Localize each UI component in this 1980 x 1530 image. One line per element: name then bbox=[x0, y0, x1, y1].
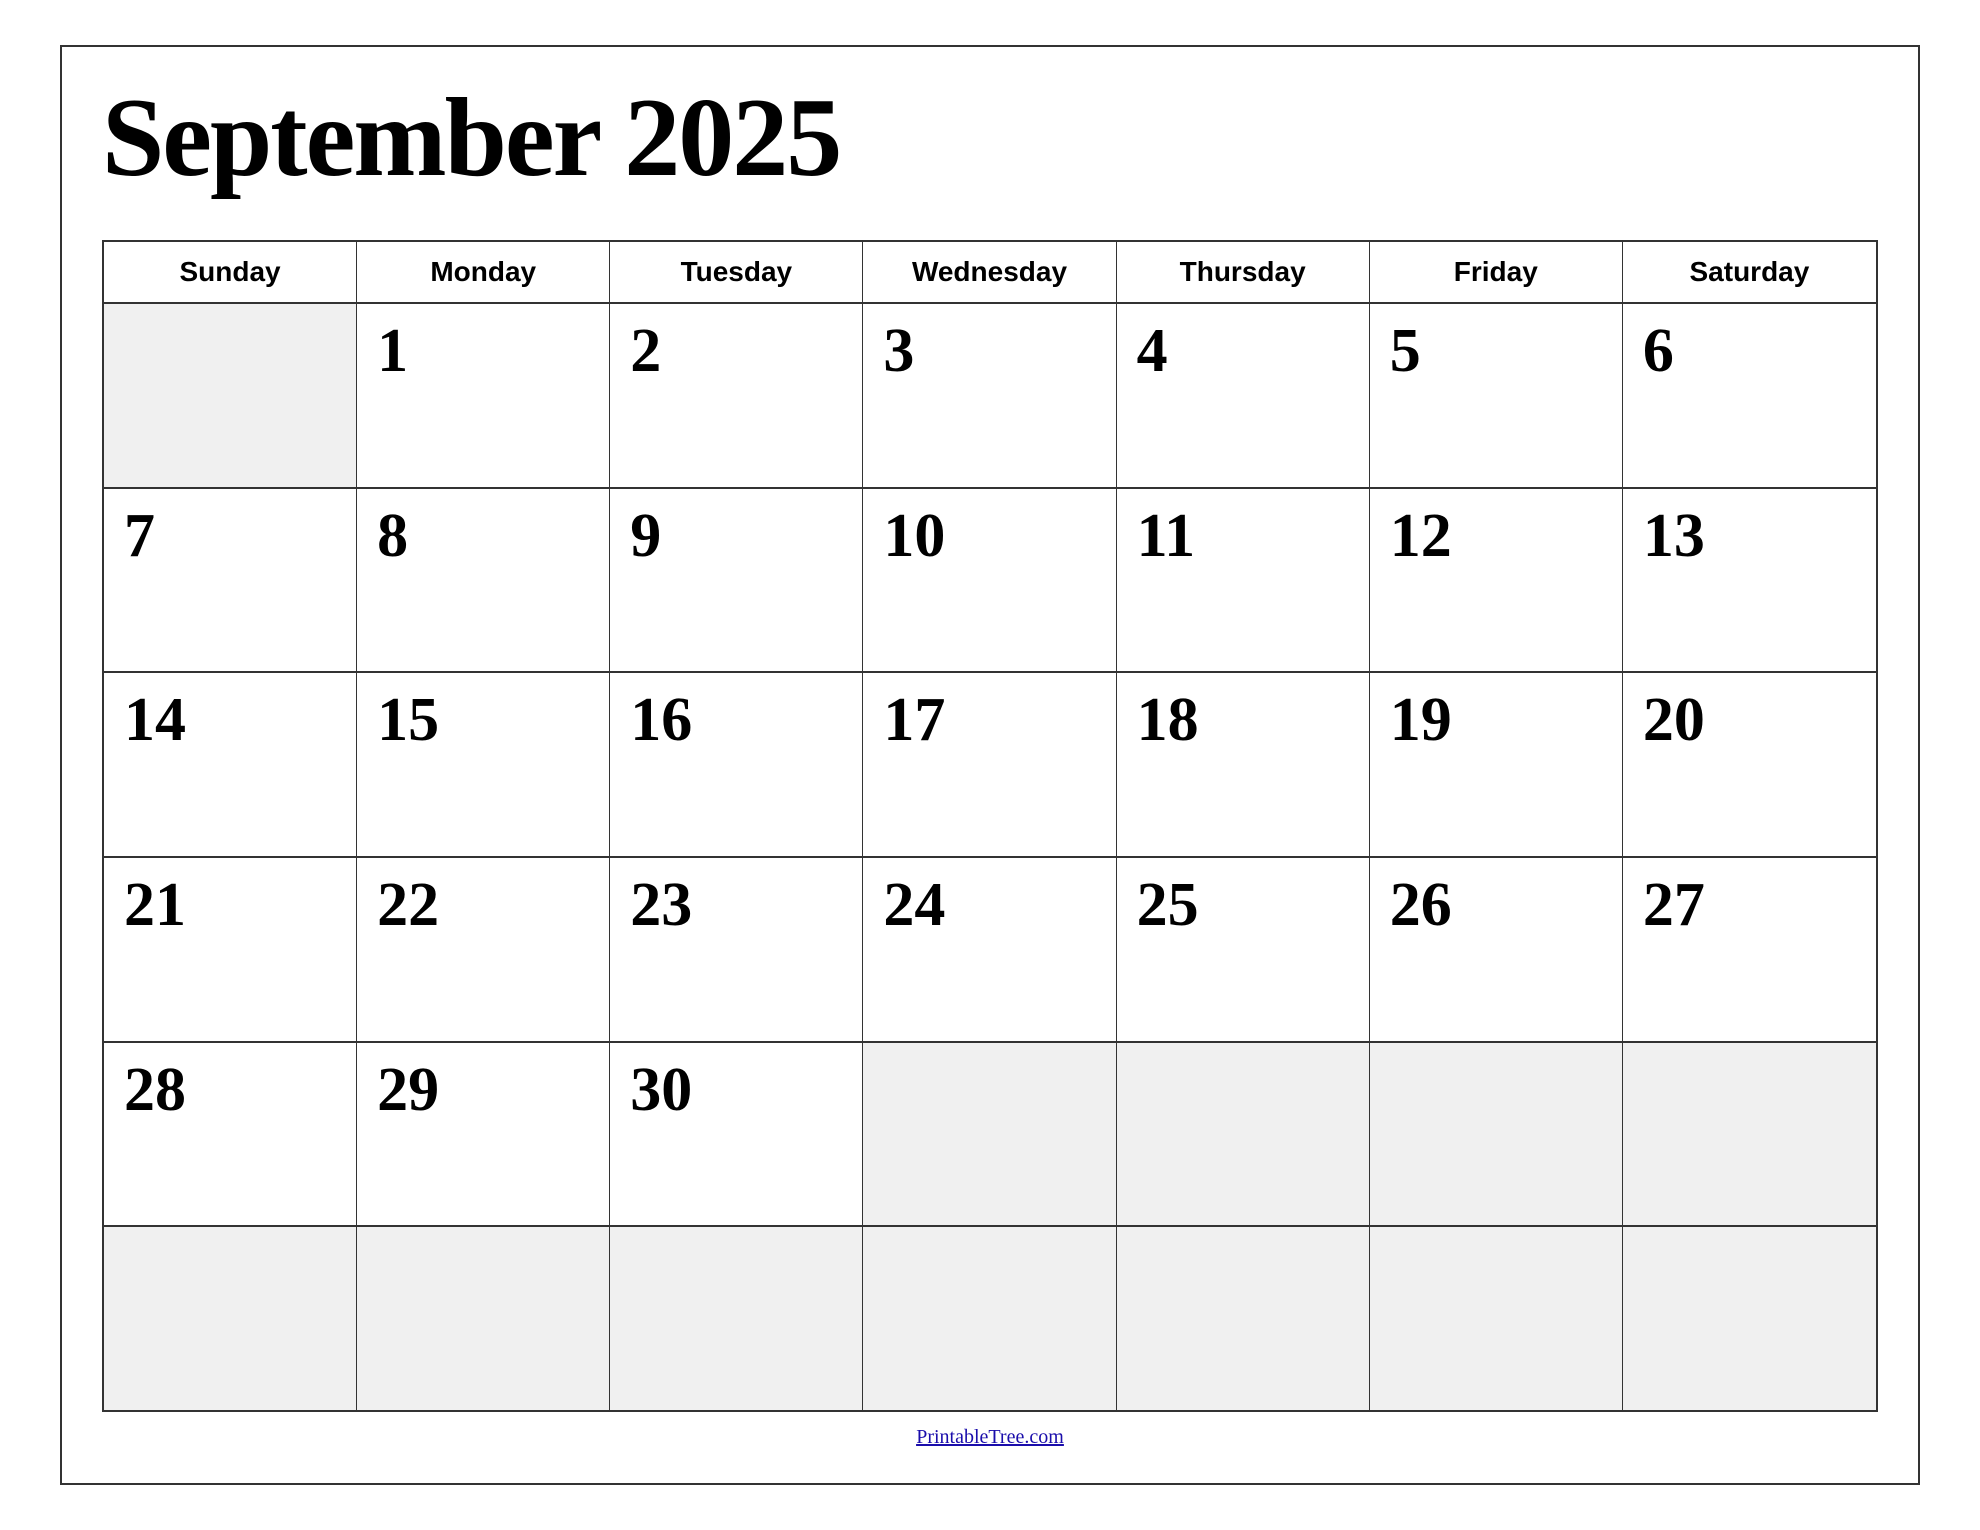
day-cell-empty-0-0 bbox=[104, 304, 357, 487]
day-header-monday: Monday bbox=[357, 242, 610, 302]
day-cell-18: 18 bbox=[1117, 673, 1370, 856]
day-cell-empty-4-6 bbox=[1623, 1043, 1876, 1226]
day-cell-28: 28 bbox=[104, 1043, 357, 1226]
week-row-2: 7 8 9 10 11 12 13 bbox=[104, 489, 1876, 674]
day-cell-26: 26 bbox=[1370, 858, 1623, 1041]
day-header-friday: Friday bbox=[1370, 242, 1623, 302]
day-number-6: 6 bbox=[1643, 320, 1674, 382]
day-number-15: 15 bbox=[377, 689, 439, 751]
day-number-12: 12 bbox=[1390, 505, 1452, 567]
day-number-7: 7 bbox=[124, 505, 155, 567]
day-cell-15: 15 bbox=[357, 673, 610, 856]
week-row-3: 14 15 16 17 18 19 20 bbox=[104, 673, 1876, 858]
day-cell-8: 8 bbox=[357, 489, 610, 672]
day-number-21: 21 bbox=[124, 874, 186, 936]
day-cell-empty-5-3 bbox=[863, 1227, 1116, 1410]
day-cell-2: 2 bbox=[610, 304, 863, 487]
day-cell-25: 25 bbox=[1117, 858, 1370, 1041]
day-cell-24: 24 bbox=[863, 858, 1116, 1041]
calendar-container: September 2025 SundayMondayTuesdayWednes… bbox=[60, 45, 1920, 1485]
day-cell-17: 17 bbox=[863, 673, 1116, 856]
day-number-29: 29 bbox=[377, 1059, 439, 1121]
day-cell-empty-4-5 bbox=[1370, 1043, 1623, 1226]
day-number-8: 8 bbox=[377, 505, 408, 567]
day-cell-22: 22 bbox=[357, 858, 610, 1041]
day-number-26: 26 bbox=[1390, 874, 1452, 936]
footer-link[interactable]: PrintableTree.com bbox=[916, 1426, 1064, 1448]
day-cell-empty-4-4 bbox=[1117, 1043, 1370, 1226]
day-cell-empty-5-4 bbox=[1117, 1227, 1370, 1410]
day-header-saturday: Saturday bbox=[1623, 242, 1876, 302]
day-number-17: 17 bbox=[883, 689, 945, 751]
day-number-23: 23 bbox=[630, 874, 692, 936]
day-header-thursday: Thursday bbox=[1117, 242, 1370, 302]
day-cell-11: 11 bbox=[1117, 489, 1370, 672]
day-header-tuesday: Tuesday bbox=[610, 242, 863, 302]
day-number-9: 9 bbox=[630, 505, 661, 567]
day-header-sunday: Sunday bbox=[104, 242, 357, 302]
day-cell-6: 6 bbox=[1623, 304, 1876, 487]
week-row-5: 28 29 30 bbox=[104, 1043, 1876, 1228]
day-cell-13: 13 bbox=[1623, 489, 1876, 672]
day-cell-14: 14 bbox=[104, 673, 357, 856]
day-cell-empty-4-3 bbox=[863, 1043, 1116, 1226]
day-number-3: 3 bbox=[883, 320, 914, 382]
day-cell-empty-5-2 bbox=[610, 1227, 863, 1410]
day-number-20: 20 bbox=[1643, 689, 1705, 751]
day-cell-21: 21 bbox=[104, 858, 357, 1041]
day-cell-3: 3 bbox=[863, 304, 1116, 487]
day-cell-empty-5-6 bbox=[1623, 1227, 1876, 1410]
day-cell-empty-5-0 bbox=[104, 1227, 357, 1410]
day-number-1: 1 bbox=[377, 320, 408, 382]
day-cell-16: 16 bbox=[610, 673, 863, 856]
day-cell-20: 20 bbox=[1623, 673, 1876, 856]
day-number-13: 13 bbox=[1643, 505, 1705, 567]
day-cell-7: 7 bbox=[104, 489, 357, 672]
day-number-28: 28 bbox=[124, 1059, 186, 1121]
day-number-25: 25 bbox=[1137, 874, 1199, 936]
day-number-27: 27 bbox=[1643, 874, 1705, 936]
day-number-4: 4 bbox=[1137, 320, 1168, 382]
day-number-30: 30 bbox=[630, 1059, 692, 1121]
day-cell-23: 23 bbox=[610, 858, 863, 1041]
day-cell-10: 10 bbox=[863, 489, 1116, 672]
week-row-6 bbox=[104, 1227, 1876, 1410]
day-number-18: 18 bbox=[1137, 689, 1199, 751]
day-cell-1: 1 bbox=[357, 304, 610, 487]
day-cell-19: 19 bbox=[1370, 673, 1623, 856]
day-number-11: 11 bbox=[1137, 505, 1196, 567]
day-cell-9: 9 bbox=[610, 489, 863, 672]
day-cell-30: 30 bbox=[610, 1043, 863, 1226]
day-number-22: 22 bbox=[377, 874, 439, 936]
day-number-16: 16 bbox=[630, 689, 692, 751]
week-row-4: 21 22 23 24 25 26 27 bbox=[104, 858, 1876, 1043]
day-cell-empty-5-1 bbox=[357, 1227, 610, 1410]
day-headers-row: SundayMondayTuesdayWednesdayThursdayFrid… bbox=[104, 242, 1876, 304]
calendar-title: September 2025 bbox=[102, 77, 1878, 200]
day-number-14: 14 bbox=[124, 689, 186, 751]
calendar-weeks: 1234567891011121314151617181920212223242… bbox=[104, 304, 1876, 1410]
day-cell-29: 29 bbox=[357, 1043, 610, 1226]
day-cell-12: 12 bbox=[1370, 489, 1623, 672]
day-cell-4: 4 bbox=[1117, 304, 1370, 487]
day-header-wednesday: Wednesday bbox=[863, 242, 1116, 302]
day-number-10: 10 bbox=[883, 505, 945, 567]
day-number-5: 5 bbox=[1390, 320, 1421, 382]
calendar-footer[interactable]: PrintableTree.com bbox=[102, 1412, 1878, 1463]
day-number-2: 2 bbox=[630, 320, 661, 382]
day-cell-5: 5 bbox=[1370, 304, 1623, 487]
day-cell-27: 27 bbox=[1623, 858, 1876, 1041]
calendar-grid: SundayMondayTuesdayWednesdayThursdayFrid… bbox=[102, 240, 1878, 1412]
day-cell-empty-5-5 bbox=[1370, 1227, 1623, 1410]
week-row-1: 1 2 3 4 5 6 bbox=[104, 304, 1876, 489]
day-number-24: 24 bbox=[883, 874, 945, 936]
day-number-19: 19 bbox=[1390, 689, 1452, 751]
